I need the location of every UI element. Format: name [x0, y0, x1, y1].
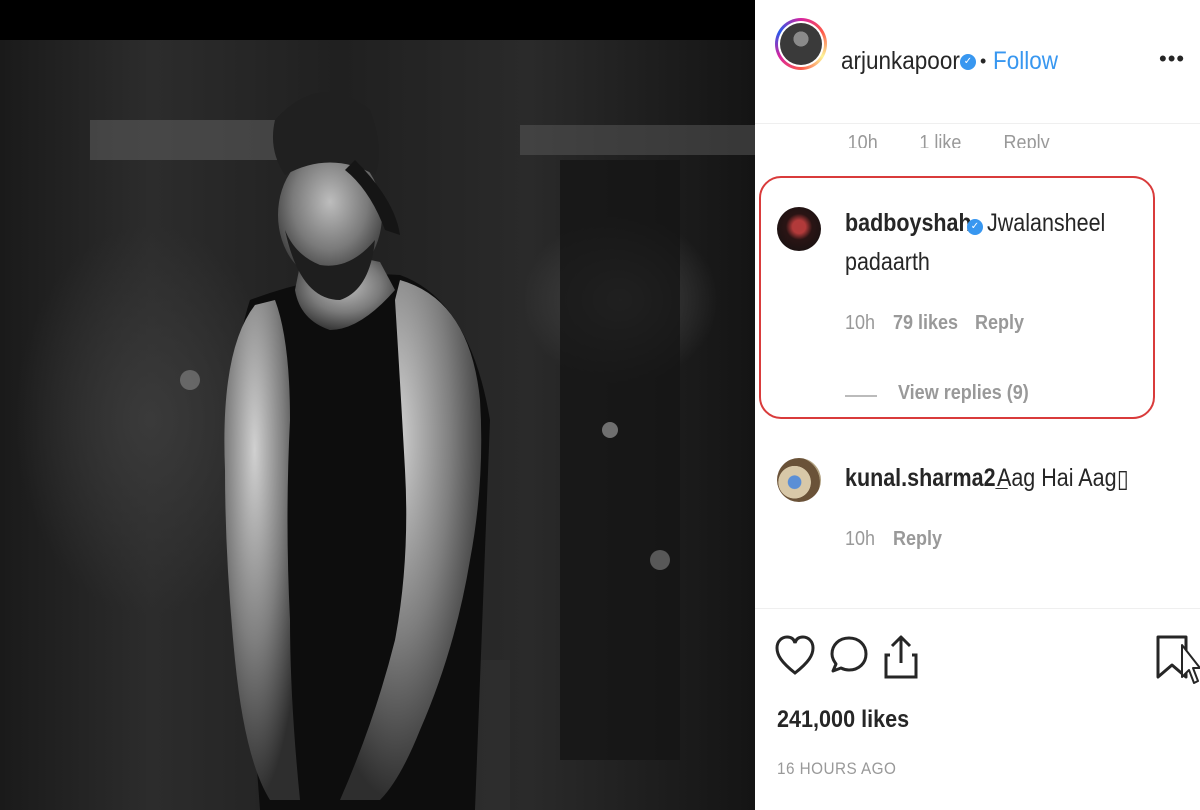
post-side-panel: arjunkapoor ✓ • Follow ••• 10h 1 like Re…: [755, 0, 1200, 810]
comment-likes[interactable]: 79 likes: [893, 312, 958, 335]
replies-divider: [845, 395, 877, 397]
comment-text-line1: Jwalansheel: [987, 209, 1106, 237]
previous-comment-time: 10h: [847, 132, 878, 148]
view-replies-button[interactable]: View replies (9): [898, 382, 1043, 405]
post-photo[interactable]: [0, 0, 755, 810]
heart-icon[interactable]: [775, 633, 815, 683]
emoji-glyph: ▯: [1117, 465, 1129, 493]
post-actions: 241,000 likes 16 HOURS AGO: [755, 608, 1200, 810]
comment-time: 10h: [845, 528, 876, 550]
cursor-icon: [1181, 644, 1200, 684]
author-username[interactable]: arjunkapoor: [841, 47, 960, 76]
commenter-avatar[interactable]: [777, 458, 821, 502]
gym-photo-illustration: [0, 0, 755, 810]
post-header: arjunkapoor ✓ • Follow •••: [755, 0, 1200, 124]
follow-button[interactable]: Follow: [993, 47, 1058, 76]
commenter-avatar[interactable]: [777, 207, 821, 251]
verified-badge-icon: ✓: [960, 54, 976, 70]
reply-button[interactable]: Reply: [975, 312, 1024, 335]
commenter-username[interactable]: badboyshah: [845, 209, 972, 238]
verified-badge-icon: ✓: [967, 219, 983, 235]
view-replies-label[interactable]: View replies (9): [898, 382, 1029, 405]
post-timestamp: 16 HOURS AGO: [777, 759, 897, 778]
author-avatar[interactable]: [775, 18, 827, 70]
comment-meta: 10h 79 likes Reply: [845, 312, 1024, 335]
comment-text-line2: padaarth: [845, 248, 930, 276]
previous-comment-reply[interactable]: Reply: [1004, 132, 1050, 148]
comment-meta: 10h Reply: [845, 528, 942, 551]
comment-icon[interactable]: [829, 633, 869, 683]
commenter-username[interactable]: kunal.sharma2_: [845, 464, 1008, 493]
previous-comment-likes[interactable]: 1 like: [919, 132, 961, 148]
comment-time: 10h: [845, 312, 876, 334]
previous-comment-meta: 10h 1 like Reply: [846, 128, 1084, 148]
comment-text: Aag Hai Aag: [997, 464, 1117, 492]
likes-count[interactable]: 241,000 likes: [777, 706, 909, 734]
reply-button[interactable]: Reply: [893, 528, 942, 551]
separator-dot: •: [980, 51, 987, 71]
more-options-icon[interactable]: •••: [1159, 46, 1185, 72]
share-icon[interactable]: [881, 633, 921, 683]
